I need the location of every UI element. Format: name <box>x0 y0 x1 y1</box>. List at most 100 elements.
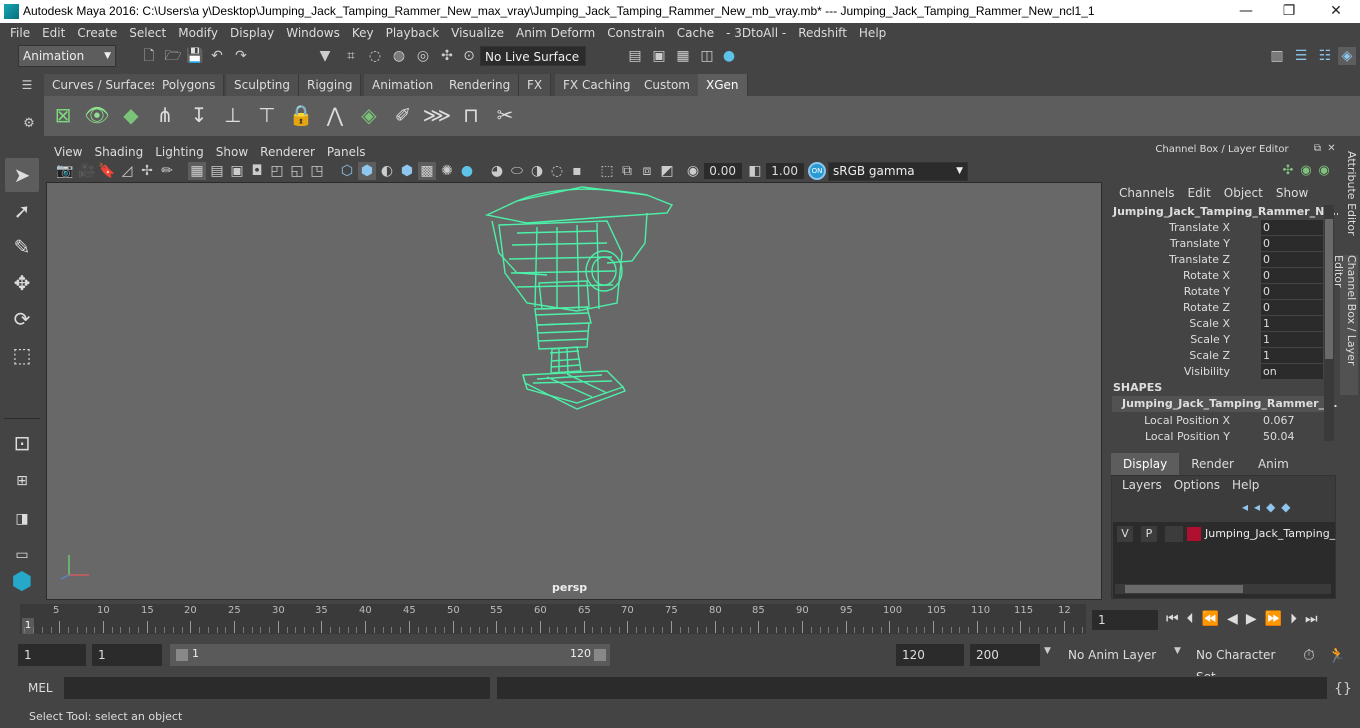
channel-value[interactable]: 1 <box>1261 316 1323 331</box>
xgen-add-spline-icon[interactable]: ⊥ <box>218 100 248 130</box>
channel-value[interactable]: 1 <box>1261 348 1323 363</box>
safe-action-icon[interactable]: ◱ <box>288 162 306 180</box>
snap-projected-center-icon[interactable]: ✣ <box>438 47 456 65</box>
shelf-tab-fx-caching[interactable]: FX Caching <box>555 74 640 96</box>
shelf-tab-rigging[interactable]: Rigging <box>299 74 362 96</box>
script-editor-icon[interactable]: {} <box>1334 680 1352 698</box>
cb-menu-channels[interactable]: Channels <box>1112 186 1181 200</box>
layer-reference-toggle[interactable] <box>1165 526 1183 542</box>
step-forward-frame-icon[interactable]: ⏵ <box>1290 611 1297 627</box>
textured-icon[interactable]: ⬢ <box>398 162 416 180</box>
xgen-groom-icon[interactable]: ⋙ <box>422 100 452 130</box>
menu-edit[interactable]: Edit <box>36 26 71 40</box>
wireframe-icon[interactable]: ⬡ <box>338 162 356 180</box>
time-ruler[interactable]: 1 5 10 15 20 25 30 35 40 45 50 55 60 65 70 75 80 85 90 95 1… <box>20 604 1086 634</box>
range-end-handle[interactable] <box>594 649 606 661</box>
lasso-tool-icon[interactable]: ➚ <box>5 194 39 228</box>
field-chart-icon[interactable]: ◰ <box>268 162 286 180</box>
panel-menu-view[interactable]: View <box>48 145 88 159</box>
channel-row[interactable]: Translate Y 0 <box>1106 236 1328 252</box>
manipulator-icon[interactable]: ✣ <box>1281 163 1295 177</box>
wireframe-on-shaded-icon[interactable]: ◐ <box>378 162 396 180</box>
xgen-grid-icon[interactable]: ◈ <box>354 100 384 130</box>
channel-box-tab[interactable]: Channel Box / Layer Editor <box>1332 255 1358 395</box>
redo-icon[interactable]: ↷ <box>232 47 250 65</box>
gamma-icon[interactable]: ◧ <box>746 162 764 180</box>
scrollbar-thumb[interactable] <box>1125 585 1243 593</box>
move-layer-up-icon[interactable]: ◂ <box>1242 500 1248 514</box>
menu-3dtoall[interactable]: - 3DtoAll - <box>720 26 792 40</box>
gamma-field[interactable]: 1.00 <box>766 163 804 179</box>
maximize-button[interactable]: ❐ <box>1280 2 1298 20</box>
channel-row[interactable]: Scale Z 1 <box>1106 348 1328 364</box>
scene-end-field[interactable]: 200 <box>970 644 1040 666</box>
color-management-icon[interactable]: ON <box>808 162 826 180</box>
x-ray-joints-icon[interactable]: ⬚ <box>598 162 616 180</box>
play-backwards-icon[interactable]: ◀ <box>1227 611 1238 627</box>
ambient-occlusion-icon[interactable]: ◩ <box>658 162 676 180</box>
snap-to-curves-icon[interactable]: ◌ <box>366 47 384 65</box>
xgen-preview-icon[interactable]: 👁 <box>82 100 112 130</box>
film-gate-icon[interactable]: ▤ <box>208 162 226 180</box>
menu-redshift[interactable]: Redshift <box>792 26 853 40</box>
layer-menu-layers[interactable]: Layers <box>1116 478 1168 492</box>
xgen-guide-visibility-icon[interactable]: ⊤ <box>252 100 282 130</box>
channel-row[interactable]: Rotate Z 0 <box>1106 300 1328 316</box>
panel-menu-shading[interactable]: Shading <box>88 145 149 159</box>
shadows-icon[interactable]: ✺ <box>438 162 456 180</box>
isolate-select-icon[interactable]: ◌ <box>548 162 566 180</box>
play-forwards-icon[interactable]: ▶ <box>1246 611 1257 627</box>
undo-icon[interactable]: ↶ <box>208 47 226 65</box>
layer-playback-toggle[interactable]: P <box>1141 526 1157 542</box>
use-all-lights-icon[interactable]: ▩ <box>418 162 436 180</box>
float-panel-icon[interactable]: ⧉ <box>1312 143 1323 154</box>
xgen-brush-icon[interactable]: ✐ <box>388 100 418 130</box>
go-to-start-icon[interactable]: ⏮ <box>1166 611 1179 627</box>
depth-of-field-icon[interactable]: ◑ <box>528 162 546 180</box>
channel-row[interactable]: Translate Z 0 <box>1106 252 1328 268</box>
mel-label[interactable]: MEL <box>28 681 53 695</box>
hypershade-icon[interactable]: ● <box>720 47 738 65</box>
menu-constrain[interactable]: Constrain <box>601 26 671 40</box>
animation-preferences-icon[interactable]: 🏃 <box>1328 646 1347 664</box>
maya-home-icon[interactable]: ⬢ <box>5 564 39 598</box>
shelf-tab-polygons[interactable]: Polygons <box>154 74 225 96</box>
shelf-tab-sculpting[interactable]: Sculpting <box>226 74 300 96</box>
grid-icon[interactable]: ▦ <box>188 162 206 180</box>
2d-pan-zoom-icon[interactable]: ✢ <box>138 162 156 180</box>
shape-name[interactable]: Jumping_Jack_Tamping_Rammer_N... <box>1112 396 1346 412</box>
shelf-menu-icon[interactable]: ☰ <box>20 78 34 92</box>
panel-menu-lighting[interactable]: Lighting <box>149 145 210 159</box>
shape-row[interactable]: Local Position X 0.067 <box>1106 413 1328 429</box>
grease-pencil-icon[interactable]: ✏ <box>158 162 176 180</box>
layer-name[interactable]: Jumping_Jack_Tamping_ <box>1205 526 1335 542</box>
xgen-interactive-groom-icon[interactable]: ⊓ <box>456 100 486 130</box>
attribute-editor-icon[interactable]: ☷ <box>1316 47 1334 65</box>
snap-to-view-planes-icon[interactable]: ◎ <box>414 47 432 65</box>
x-ray-active-icon[interactable]: ⧉ <box>618 162 636 180</box>
scene-start-field[interactable]: 1 <box>18 644 86 666</box>
xgen-lock-guides-icon[interactable]: 🔒 <box>286 100 316 130</box>
range-slider[interactable]: 1 120 <box>170 644 610 666</box>
xgen-place-guide-icon[interactable]: ↧ <box>184 100 214 130</box>
shelf-settings-gear-icon[interactable]: ⚙ <box>22 116 36 130</box>
channel-value[interactable]: 0 <box>1261 236 1323 251</box>
xgen-sculpt-guides-icon[interactable]: ⋀ <box>320 100 350 130</box>
cb-menu-show[interactable]: Show <box>1269 186 1314 200</box>
channel-value[interactable]: on <box>1261 364 1323 379</box>
channel-value[interactable]: 0 <box>1261 300 1323 315</box>
four-view-layout-icon[interactable]: ⊞ <box>5 464 39 498</box>
render-view-icon[interactable]: ◫ <box>698 47 716 65</box>
shelf-tab-fx[interactable]: FX <box>519 74 552 96</box>
new-scene-icon[interactable]: 🗋 <box>140 47 158 65</box>
mel-input[interactable] <box>64 677 490 699</box>
new-layer-icon[interactable]: ◆ <box>1266 500 1275 514</box>
channel-value[interactable]: 0 <box>1261 284 1323 299</box>
exposure-icon[interactable]: ◉ <box>684 162 702 180</box>
smooth-shade-icon[interactable]: ⬢ <box>358 162 376 180</box>
outliner-icon[interactable]: ☰ <box>1292 47 1310 65</box>
go-to-end-icon[interactable]: ⏭ <box>1305 611 1318 627</box>
channel-row[interactable]: Rotate X 0 <box>1106 268 1328 284</box>
save-scene-icon[interactable]: 💾 <box>186 47 204 65</box>
anti-aliasing-icon[interactable]: ⬭ <box>508 162 526 180</box>
